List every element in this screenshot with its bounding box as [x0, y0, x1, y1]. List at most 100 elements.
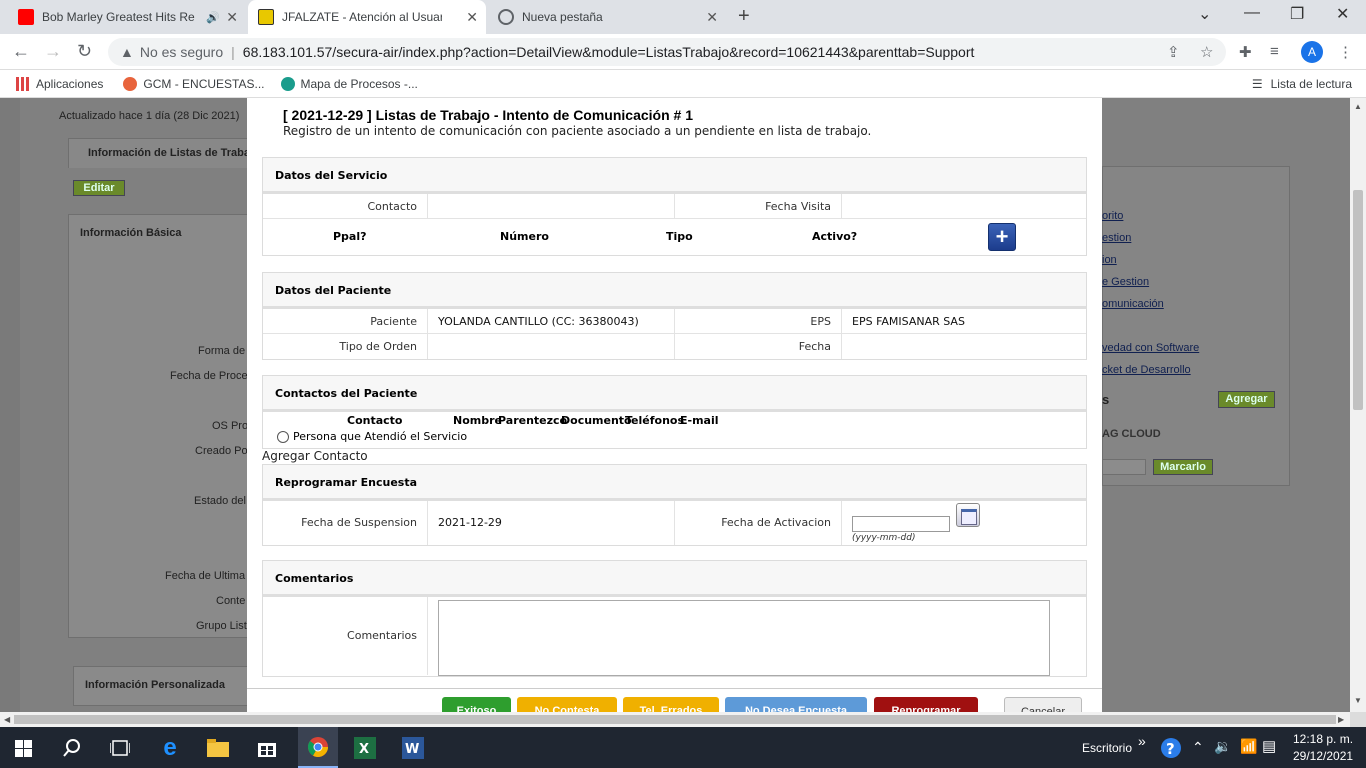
back-icon[interactable]: ← — [12, 41, 30, 62]
paciente-value: YOLANDA CANTILLO (CC: 36380043) — [427, 309, 675, 333]
svg-text:X: X — [359, 742, 369, 757]
col-numero: Número — [500, 230, 549, 243]
bg-field-label: Grupo List — [196, 620, 247, 632]
add-phone-button[interactable]: + — [988, 223, 1016, 251]
contacto-value — [427, 194, 675, 218]
security-label: No es seguro — [139, 44, 224, 60]
close-icon[interactable]: ✕ — [706, 9, 718, 26]
volume-icon[interactable]: 🔉 — [1214, 738, 1231, 755]
bg-field-label: OS Pro — [212, 420, 249, 432]
word-icon[interactable]: W — [398, 733, 428, 763]
tray-up-icon[interactable]: ⌃ — [1192, 739, 1204, 756]
clock-time[interactable]: 12:18 p. m. — [1293, 732, 1353, 746]
tab-jfalzate[interactable]: JFALZATE - Atención al Usuario - ✕ — [248, 0, 486, 34]
comentarios-textarea[interactable] — [438, 600, 1050, 676]
clock-date[interactable]: 29/12/2021 — [1293, 749, 1353, 763]
menu-icon[interactable]: ⋮ — [1338, 43, 1353, 61]
col-nombre: Nombre — [453, 414, 502, 427]
col-contacto: Contacto — [347, 414, 403, 427]
globe-icon — [498, 9, 514, 25]
eps-value: EPS FAMISANAR SAS — [841, 309, 1088, 333]
wifi-icon[interactable]: 📶 — [1240, 738, 1257, 755]
fecha-activacion-input[interactable] — [852, 516, 950, 532]
section-header: Reprogramar Encuesta — [263, 465, 1086, 501]
horizontal-scrollbar[interactable]: ◀ ▶ — [0, 712, 1350, 727]
reading-list-icon: ☰ — [1251, 77, 1263, 91]
bookmark-gcm[interactable]: GCM - ENCUESTAS... — [123, 76, 265, 91]
vertical-scroll-thumb[interactable] — [1353, 190, 1363, 410]
extensions-icon[interactable]: ✚ — [1239, 43, 1252, 61]
new-tab-button[interactable]: + — [738, 5, 750, 28]
reload-icon[interactable]: ↻ — [77, 41, 92, 62]
apps-grid-icon — [16, 76, 30, 91]
search-icon[interactable] — [57, 733, 87, 763]
fecha-value — [841, 334, 1088, 359]
tab-new[interactable]: Nueva pestaña ✕ — [488, 0, 726, 34]
bg-field-label: Forma de — [198, 345, 246, 357]
site-favicon-icon — [258, 9, 274, 25]
avatar[interactable]: A — [1301, 41, 1323, 63]
forward-icon[interactable]: → — [44, 41, 62, 62]
close-icon[interactable]: ✕ — [466, 9, 478, 26]
help-icon[interactable]: ? — [1156, 733, 1186, 763]
comentarios-label: Comentarios — [347, 629, 417, 642]
windows-start-icon[interactable] — [8, 733, 38, 763]
store-icon[interactable] — [252, 733, 282, 763]
task-view-icon[interactable] — [105, 733, 135, 763]
speaker-icon[interactable]: 🔊 — [206, 11, 220, 24]
scroll-down-icon[interactable]: ▼ — [1354, 696, 1362, 705]
star-icon[interactable]: ☆ — [1200, 43, 1213, 61]
vertical-scrollbar[interactable]: ▲ ▼ — [1350, 98, 1366, 712]
minimize-icon[interactable]: — — [1244, 4, 1260, 22]
bg-edit-button: Editar — [73, 180, 125, 196]
calendar-icon[interactable] — [956, 503, 980, 527]
tab-title: JFALZATE - Atención al Usuario - — [282, 10, 442, 24]
window-close-icon[interactable]: ✕ — [1336, 4, 1349, 24]
scroll-up-icon[interactable]: ▲ — [1354, 102, 1362, 111]
edge-icon[interactable]: e — [155, 733, 185, 763]
close-icon[interactable]: ✕ — [226, 9, 238, 26]
chrome-icon[interactable] — [298, 727, 338, 768]
exitoso-button[interactable]: Exitoso — [442, 697, 511, 712]
scroll-right-icon[interactable]: ▶ — [1338, 715, 1344, 724]
persona-atendio-radio[interactable] — [277, 431, 289, 443]
horizontal-scroll-thumb[interactable] — [14, 715, 1336, 724]
file-explorer-icon[interactable] — [203, 733, 233, 763]
desktop-label[interactable]: Escritorio — [1082, 741, 1132, 755]
fecha-activacion-label: Fecha de Activacion — [721, 516, 831, 529]
bookmark-mapa[interactable]: Mapa de Procesos -... — [280, 76, 418, 91]
reprogramar-section: Reprogramar Encuesta Fecha de Suspension… — [262, 464, 1087, 546]
modal-subtitle: Registro de un intento de comunicación c… — [283, 124, 872, 138]
excel-icon[interactable]: X — [350, 733, 380, 763]
bg-mark-button: Marcarlo — [1153, 459, 1213, 475]
col-activo: Activo? — [812, 230, 858, 243]
no-desea-encuesta-button[interactable]: No Desea Encuesta — [725, 697, 867, 712]
bg-field-label: Estado del — [194, 495, 246, 507]
scroll-left-icon[interactable]: ◀ — [4, 715, 10, 724]
bookmark-apps[interactable]: Aplicaciones — [16, 76, 103, 91]
reading-list[interactable]: ☰ Lista de lectura — [1252, 77, 1352, 91]
cancelar-button[interactable]: Cancelar — [1004, 697, 1082, 712]
chevron-icon[interactable]: » — [1138, 733, 1146, 749]
bg-tab-label: Información de Listas de Traba — [88, 147, 250, 159]
bg-basic-info-title: Información Básica — [80, 227, 182, 239]
fecha-suspension-value: 2021-12-29 — [427, 501, 675, 545]
col-documento: Documento — [561, 414, 632, 427]
warning-icon: ▲ — [120, 44, 134, 60]
share-icon[interactable]: ⇪ — [1167, 43, 1180, 61]
reprogramar-button[interactable]: Reprogramar — [874, 697, 978, 712]
no-contesta-button[interactable]: No Contesta — [517, 697, 617, 712]
media-icon[interactable]: ≡ — [1270, 43, 1279, 60]
fecha-suspension-label: Fecha de Suspension — [301, 516, 417, 529]
notifications-icon[interactable]: ▤ — [1262, 737, 1276, 755]
omnibox[interactable]: ▲ No es seguro | 68.183.101.57/secura-ai… — [108, 38, 1226, 66]
agregar-contacto-link[interactable]: Agregar Contacto — [262, 449, 368, 463]
tab-youtube[interactable]: Bob Marley Greatest Hits Re 🔊 ✕ — [8, 0, 246, 34]
maximize-icon[interactable]: ❐ — [1290, 4, 1304, 24]
tab-search-icon[interactable]: ⌄ — [1198, 4, 1211, 24]
tab-title: Bob Marley Greatest Hits Re — [42, 10, 195, 24]
youtube-icon — [18, 9, 34, 25]
tel-errados-button[interactable]: Tel. Errados — [623, 697, 719, 712]
gcm-icon — [123, 76, 138, 91]
section-header: Datos del Paciente — [263, 273, 1086, 309]
